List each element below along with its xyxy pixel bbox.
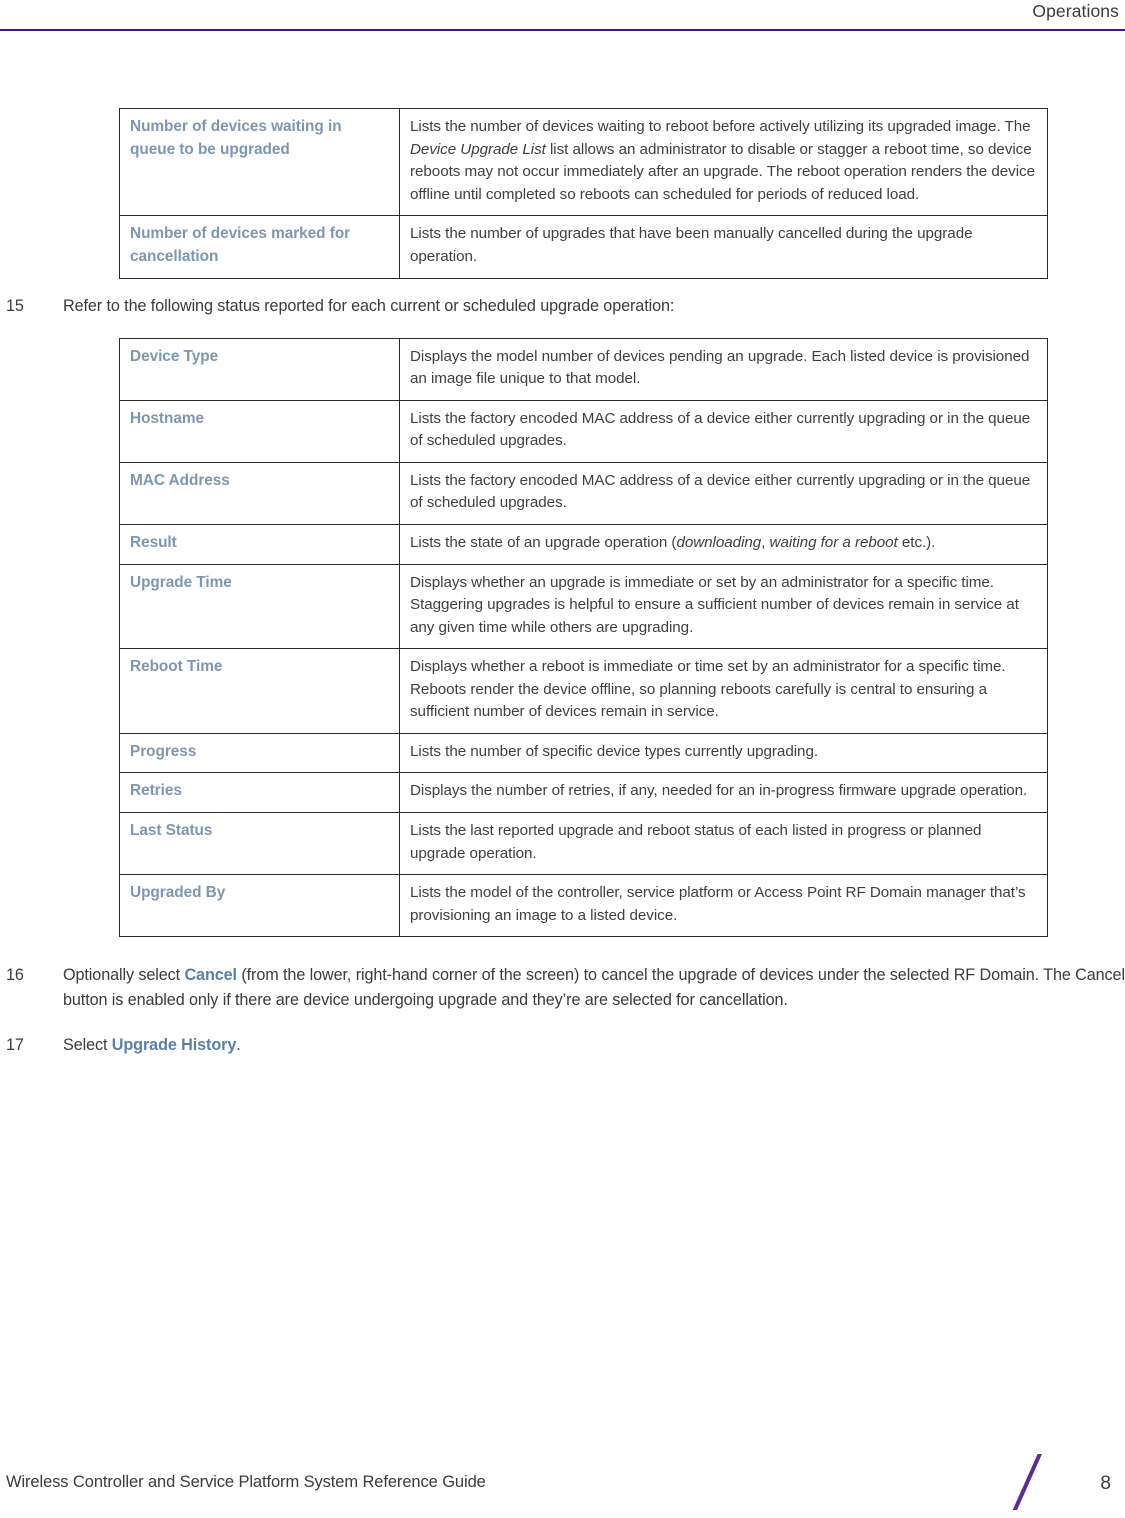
table-cell-term: Hostname bbox=[119, 399, 400, 463]
ui-reference-label: Cancel bbox=[184, 966, 237, 985]
table-cell-term: Number of devices waiting in queue to be… bbox=[119, 108, 400, 216]
text-run: Displays the model number of devices pen… bbox=[410, 347, 1030, 388]
step-16-text: Optionally select Cancel (from the lower… bbox=[63, 966, 1125, 1008]
text-run: Lists the number of devices waiting to r… bbox=[410, 118, 1031, 135]
step-17-number: 17 bbox=[6, 1035, 24, 1054]
text-run: Lists the model of the controller, servi… bbox=[410, 884, 1026, 924]
header-divider-rule bbox=[0, 29, 1125, 31]
table-row: Retries Displays the number of retries, i… bbox=[119, 772, 1048, 814]
step-16: 16 Optionally select Cancel (from the lo… bbox=[0, 963, 1125, 1012]
step-16-number: 16 bbox=[6, 966, 24, 985]
table-row: Device Type Displays the model number of … bbox=[119, 337, 1048, 401]
upgrade-status-table-body: Device Type Displays the model number of … bbox=[119, 337, 1048, 938]
table-row: MAC Address Lists the factory encoded MAC… bbox=[119, 461, 1048, 525]
table-cell-description: Displays the model number of devices pen… bbox=[399, 337, 1048, 401]
table-row: Number of devices marked for cancellatio… bbox=[119, 215, 1048, 279]
text-run: Optionally select bbox=[63, 966, 185, 985]
table-row: Number of devices waiting in queue to be… bbox=[119, 108, 1048, 216]
text-run: Displays whether a reboot is immediate o… bbox=[410, 658, 1006, 721]
table-cell-term: Upgraded By bbox=[119, 874, 400, 938]
table-cell-term: Last Status bbox=[119, 812, 400, 876]
step-15-text: Refer to the following status reported f… bbox=[63, 297, 674, 315]
table-row: Result Lists the state of an upgrade oper… bbox=[119, 523, 1048, 565]
table-cell-term: MAC Address bbox=[119, 461, 400, 525]
table-cell-description: Lists the state of an upgrade operation … bbox=[399, 523, 1048, 565]
table-cell-description: Lists the model of the controller, servi… bbox=[399, 874, 1048, 938]
table-cell-term: Reboot Time bbox=[119, 648, 400, 734]
footer-slash-icon bbox=[1005, 1454, 1049, 1510]
footer-page-number: 8 bbox=[1100, 1473, 1111, 1494]
table-cell-description: Lists the number of upgrades that have b… bbox=[399, 215, 1048, 279]
footer-guide-title: Wireless Controller and Service Platform… bbox=[6, 1473, 486, 1491]
text-run: Lists the number of upgrades that have b… bbox=[410, 225, 973, 265]
text-run: . bbox=[236, 1035, 241, 1054]
step-17-text: Select Upgrade History. bbox=[63, 1036, 241, 1054]
emphasis-text: waiting for a reboot bbox=[769, 533, 898, 551]
table-row: Progress Lists the number of specific dev… bbox=[119, 732, 1048, 774]
text-run: Displays whether an upgrade is immediate… bbox=[410, 573, 1019, 636]
text-run: , bbox=[761, 533, 770, 551]
step-15: 15 Refer to the following status reporte… bbox=[0, 294, 1125, 318]
table-cell-description: Displays the number of retries, if any, … bbox=[399, 772, 1048, 814]
text-run: Lists the factory encoded MAC address of… bbox=[410, 471, 1031, 512]
text-run: Displays the number of retries, if any, … bbox=[410, 782, 1028, 800]
table-row: Last Status Lists the last reported upgra… bbox=[119, 812, 1048, 876]
text-run: Lists the state of an upgrade operation … bbox=[410, 533, 677, 551]
upgrade-status-definition-table: Device Type Displays the model number of … bbox=[119, 337, 1048, 938]
table-row: Upgrade Time Displays whether an upgrade … bbox=[119, 563, 1048, 650]
document-content: Number of devices waiting in queue to be… bbox=[0, 32, 1125, 1057]
table-cell-description: Lists the factory encoded MAC address of… bbox=[399, 399, 1048, 463]
table-cell-term: Number of devices marked for cancellatio… bbox=[119, 215, 400, 279]
table-cell-term: Progress bbox=[119, 732, 400, 774]
page-header-title: Operations bbox=[1032, 1, 1119, 21]
text-run: etc.). bbox=[897, 533, 936, 551]
table-cell-term: Device Type bbox=[119, 337, 400, 401]
emphasis-text: downloading bbox=[676, 533, 762, 551]
step-15-number: 15 bbox=[6, 296, 24, 315]
queue-status-definition-table: Number of devices waiting in queue to be… bbox=[119, 108, 1048, 279]
table-cell-description: Lists the number of specific device type… bbox=[399, 732, 1048, 774]
page-header: Operations bbox=[0, 0, 1125, 32]
table-cell-term: Retries bbox=[119, 772, 400, 814]
table-row: Reboot Time Displays whether a reboot is … bbox=[119, 648, 1048, 734]
table-cell-term: Result bbox=[119, 523, 400, 565]
table-cell-description: Lists the last reported upgrade and rebo… bbox=[399, 812, 1048, 876]
text-run: Lists the number of specific device type… bbox=[410, 742, 819, 760]
ui-reference-label: Upgrade History bbox=[111, 1035, 237, 1054]
text-run: Refer to the following status reported f… bbox=[63, 296, 675, 315]
text-run: Lists the factory encoded MAC address of… bbox=[410, 409, 1031, 450]
step-17: 17 Select Upgrade History. bbox=[0, 1033, 1125, 1057]
table-cell-description: Displays whether an upgrade is immediate… bbox=[399, 563, 1048, 650]
table-cell-description: Lists the factory encoded MAC address of… bbox=[399, 461, 1048, 525]
queue-status-table-body: Number of devices waiting in queue to be… bbox=[119, 108, 1048, 279]
table-row: Upgraded By Lists the model of the contro… bbox=[119, 874, 1048, 938]
table-cell-term: Upgrade Time bbox=[119, 563, 400, 650]
table-row: Hostname Lists the factory encoded MAC ad… bbox=[119, 399, 1048, 463]
table-cell-description: Displays whether a reboot is immediate o… bbox=[399, 648, 1048, 734]
page-footer: Wireless Controller and Service Platform… bbox=[0, 1426, 1125, 1518]
emphasis-text: Device Upgrade List bbox=[410, 140, 546, 158]
text-run: Lists the last reported upgrade and rebo… bbox=[410, 822, 982, 862]
text-run: Select bbox=[63, 1035, 112, 1054]
table-cell-description: Lists the number of devices waiting to r… bbox=[399, 108, 1048, 216]
